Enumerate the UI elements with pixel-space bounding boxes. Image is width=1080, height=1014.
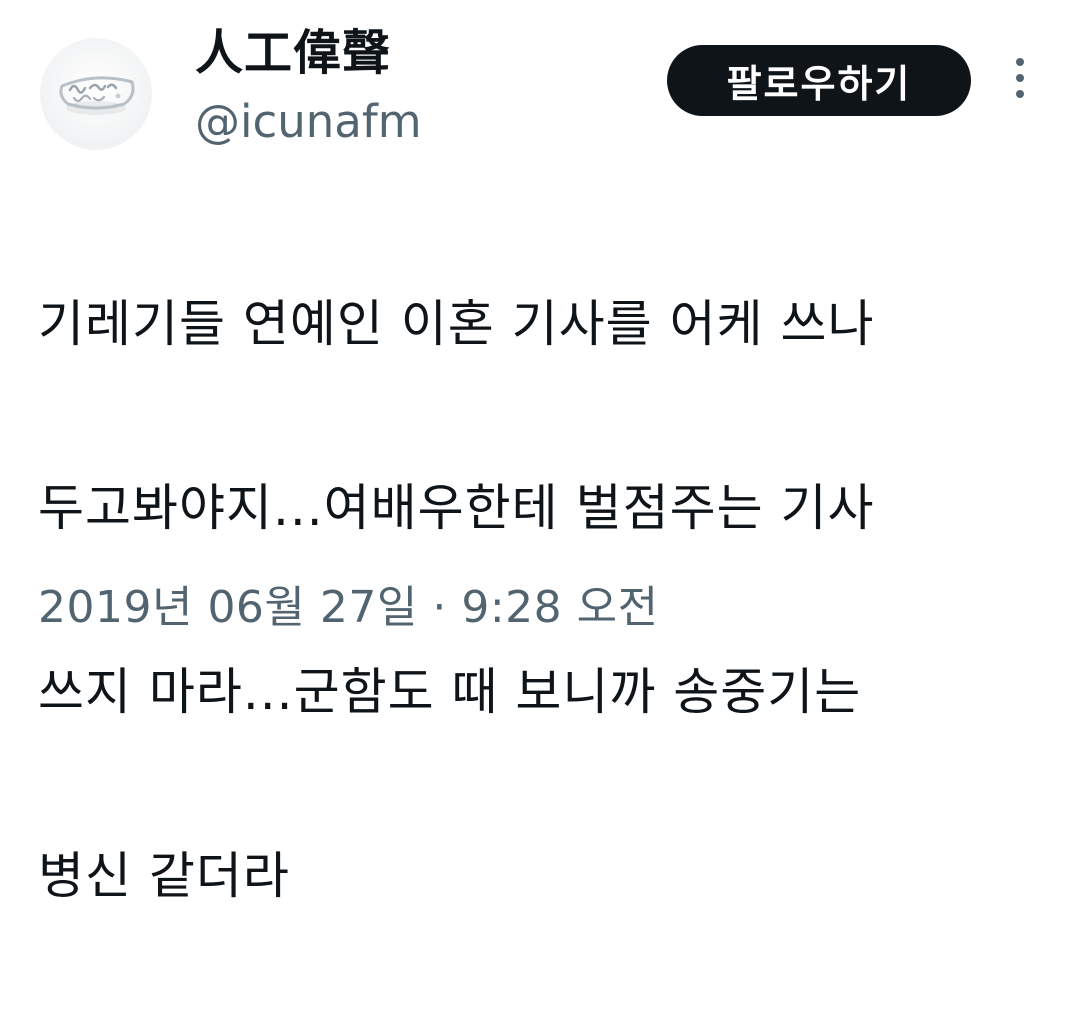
user-handle[interactable]: @icunafm xyxy=(195,92,422,152)
tweet-text-line: 쓰지 마라...군함도 때 보니까 송중기는 xyxy=(38,663,862,721)
avatar[interactable] xyxy=(40,38,152,150)
follow-button[interactable]: 팔로우하기 xyxy=(667,45,971,116)
ring-photo-avatar-icon xyxy=(59,76,135,115)
more-options-button[interactable] xyxy=(1002,56,1038,102)
display-name[interactable]: 人工偉聲 xyxy=(195,22,391,84)
tweet-timestamp[interactable]: 2019년 06월 27일 · 9:28 오전 xyxy=(38,578,659,638)
tweet-text-line: 두고봐야지...여배우한테 벌점주는 기사 xyxy=(38,479,875,537)
more-vertical-icon xyxy=(1016,58,1024,98)
tweet-text-line: 병신 같더라 xyxy=(38,847,290,905)
tweet-text-line: 기레기들 연예인 이혼 기사를 어케 쓰나 xyxy=(38,295,875,353)
